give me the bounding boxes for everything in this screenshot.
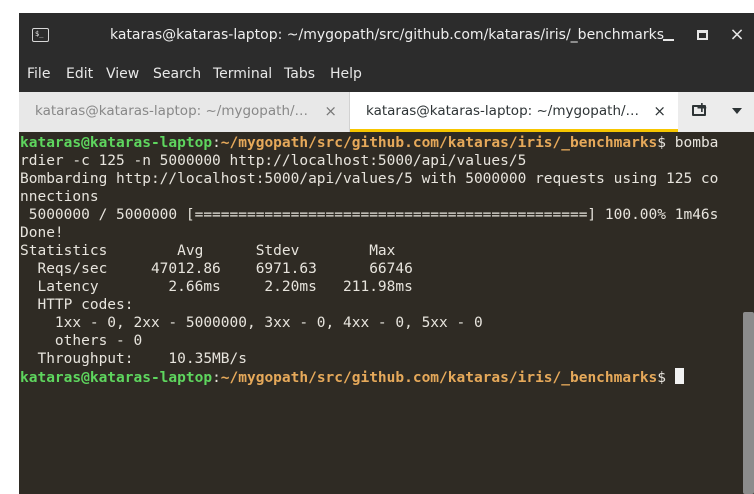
prompt-symbol: $ — [657, 370, 675, 386]
terminal-output[interactable]: kataras@kataras-laptop:~/mygopath/src/gi… — [19, 132, 741, 494]
prompt-path: ~/mygopath/src/github.com/kataras/iris/_… — [220, 135, 658, 151]
stats-row: Reqs/sec 47012.86 6971.63 66746 — [20, 261, 413, 277]
output-line: others - 0 — [20, 333, 143, 349]
scrollbar[interactable] — [741, 132, 754, 494]
prompt-separator: : — [212, 370, 221, 386]
maximize-icon — [697, 30, 708, 40]
tab-2-label: kataras@kataras-laptop: ~/mygopath/src/g… — [366, 103, 646, 119]
maximize-button[interactable] — [693, 25, 713, 45]
close-tab-icon[interactable]: × — [653, 101, 666, 121]
command-text: bomba — [674, 135, 719, 151]
command-line: kataras@kataras-laptop:~/mygopath/src/gi… — [20, 134, 718, 152]
prompt-line[interactable]: kataras@kataras-laptop:~/mygopath/src/gi… — [20, 368, 684, 386]
prompt-symbol: $ — [657, 135, 675, 151]
scrollbar-thumb[interactable] — [743, 312, 754, 494]
tab-2[interactable]: kataras@kataras-laptop: ~/mygopath/src/g… — [350, 92, 678, 132]
output-line: HTTP codes: — [20, 297, 134, 313]
prompt-path: ~/mygopath/src/github.com/kataras/iris/_… — [220, 370, 658, 386]
stats-header: Statistics Avg Stdev Max — [20, 243, 396, 259]
menu-edit[interactable]: Edit — [66, 65, 93, 83]
close-window-button[interactable]: × — [727, 25, 747, 45]
menu-help[interactable]: Help — [330, 65, 362, 83]
new-tab-button[interactable]: + — [691, 100, 709, 120]
output-line: Done! — [20, 225, 64, 241]
menu-file[interactable]: File — [27, 65, 50, 83]
output-line: Bombarding http://localhost:5000/api/val… — [20, 171, 719, 187]
progress-line: 5000000 / 5000000 [=====================… — [20, 207, 719, 223]
output-line: nnections — [20, 189, 99, 205]
tab-bar: kataras@kataras-laptop: ~/mygopath/src/g… — [19, 92, 754, 133]
minimize-icon — [663, 39, 674, 41]
stats-row: Latency 2.66ms 2.20ms 211.98ms — [20, 279, 413, 295]
prompt-separator: : — [212, 135, 221, 151]
tab-1[interactable]: kataras@kataras-laptop: ~/mygopath/src/g… — [19, 92, 350, 132]
chevron-down-icon — [732, 108, 742, 114]
close-icon: × — [729, 24, 745, 45]
output-line: rdier -c 125 -n 5000000 http://localhost… — [20, 153, 527, 169]
menu-view[interactable]: View — [106, 65, 139, 83]
menu-search[interactable]: Search — [153, 65, 201, 83]
tab-1-label: kataras@kataras-laptop: ~/mygopath/src/g… — [35, 103, 315, 119]
prompt-user: kataras@kataras-laptop — [20, 135, 213, 151]
close-tab-icon[interactable]: × — [324, 101, 337, 121]
menu-tabs[interactable]: Tabs — [284, 65, 315, 83]
minimize-button[interactable] — [659, 25, 679, 45]
text-cursor — [674, 368, 684, 384]
tab-menu-button[interactable] — [729, 103, 745, 119]
terminal-app-icon: $_ — [32, 28, 49, 42]
prompt-user: kataras@kataras-laptop — [20, 370, 213, 386]
menu-terminal[interactable]: Terminal — [213, 65, 272, 83]
output-line: 1xx - 0, 2xx - 5000000, 3xx - 0, 4xx - 0… — [20, 315, 483, 331]
menu-bar: File Edit View Search Terminal Tabs Help — [19, 57, 754, 92]
plus-icon: + — [696, 100, 708, 116]
output-line: Throughput: 10.35MB/s — [20, 351, 247, 367]
window-title: kataras@kataras-laptop: ~/mygopath/src/g… — [110, 27, 664, 43]
terminal-window: $_ kataras@kataras-laptop: ~/mygopath/sr… — [19, 13, 754, 494]
title-bar[interactable]: $_ kataras@kataras-laptop: ~/mygopath/sr… — [19, 13, 754, 57]
